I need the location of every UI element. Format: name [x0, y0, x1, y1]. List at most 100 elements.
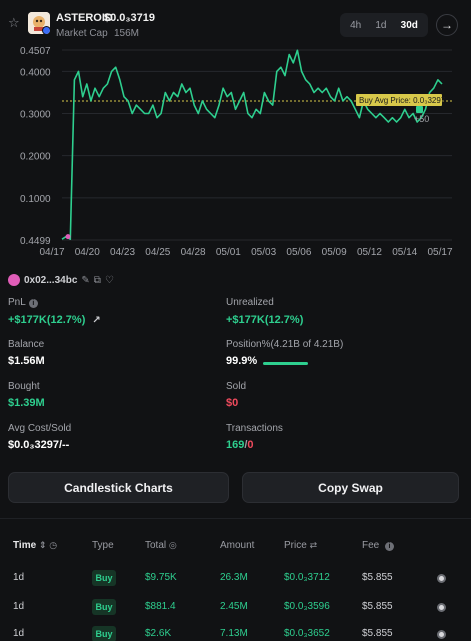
x-tick-label: 05/01 [216, 247, 241, 258]
timeframe-30d[interactable]: 30d [396, 17, 423, 34]
explorer-link-icon[interactable] [437, 574, 446, 583]
unrealized-label: Unrealized [226, 297, 274, 308]
transactions-buys: 169 [226, 439, 245, 451]
token-logo [28, 12, 50, 34]
row-fee: $5.855 [362, 572, 393, 583]
price-chart: 0.4507 0.4000 0.3000 0.2000 0.1000 0.449904/1… [20, 46, 453, 258]
y-tick-label: 0.4507 [20, 46, 51, 57]
row-amount: 26.3M [220, 572, 248, 583]
avg-cost-value: $0.0₃3297/-- [8, 439, 70, 451]
clock-icon[interactable]: ◷ [49, 540, 57, 550]
col-header-price-text: Price [284, 540, 307, 551]
row-total: $2.6K [145, 628, 172, 639]
sold-value: $0 [226, 397, 239, 409]
position-value: 99.9% [226, 355, 258, 367]
type-badge: Buy [92, 626, 116, 641]
col-header-amount: Amount [220, 540, 255, 551]
buy-avg-label: Buy Avg Price: 0.0₃3297 [359, 96, 446, 105]
price-line-series [61, 49, 443, 240]
col-header-time[interactable]: Time ⇕ ◷ [13, 540, 57, 551]
row-time: 1d [13, 628, 25, 639]
x-tick-label: 05/06 [286, 247, 311, 258]
bought-value: $1.39M [8, 397, 45, 409]
row-total: $881.4 [145, 601, 176, 612]
y-tick-label: 0.2000 [20, 152, 51, 163]
transactions-label: Transactions [226, 423, 283, 434]
x-tick-label: 05/03 [251, 247, 276, 258]
x-tick-label: 05/14 [392, 247, 417, 258]
col-header-fee: Fee i [362, 540, 395, 551]
row-amount: 7.13M [220, 628, 248, 639]
timeframe-4h[interactable]: 4h [345, 17, 366, 34]
swap-arrows-icon[interactable]: ⇄ [310, 540, 318, 550]
star-outline-icon[interactable]: ☆ [8, 15, 20, 31]
bought-label: Bought [8, 381, 40, 392]
position-label: Position%(4.21B of 4.21B) [226, 339, 344, 350]
x-tick-label: 04/23 [110, 247, 135, 258]
candlestick-charts-button[interactable]: Candlestick Charts [8, 472, 229, 503]
market-cap-value: 156M [114, 28, 140, 39]
type-badge: Buy [92, 570, 116, 586]
unrealized-value: +$177K(12.7%) [226, 314, 304, 326]
heart-icon[interactable]: ♡ [105, 275, 114, 286]
explorer-link-icon[interactable] [437, 630, 446, 639]
copy-icon[interactable]: ⧉ [94, 275, 101, 286]
token-header: ☆ ASTEROID $0.0₃3719 Market Cap 156M 4h … [0, 0, 471, 44]
col-header-fee-text: Fee [362, 540, 380, 551]
info-icon[interactable]: i [28, 299, 38, 308]
x-tick-label: 04/28 [181, 247, 206, 258]
col-header-time-text: Time [13, 540, 37, 551]
col-header-price: Price ⇄ [284, 540, 317, 551]
row-fee: $5.855 [362, 601, 393, 612]
row-total: $9.75K [145, 572, 177, 583]
buy-marker [416, 106, 423, 114]
x-tick-label: 04/25 [145, 247, 170, 258]
transactions-value: 169/0 [226, 439, 254, 451]
x-tick-label: 05/12 [357, 247, 382, 258]
y-tick-label: 0.1000 [20, 194, 51, 205]
col-header-total: Total ◎ [145, 540, 177, 551]
currency-icon[interactable]: ◎ [169, 540, 177, 550]
col-header-total-text: Total [145, 540, 167, 551]
y-tick-label: 0.4499 [20, 236, 51, 247]
balance-value: $1.56M [8, 355, 45, 367]
explorer-link-icon[interactable] [437, 603, 446, 612]
transactions-sells: 0 [247, 439, 254, 451]
sort-icon[interactable]: ⇕ [39, 540, 47, 550]
wallet-row: 0x02...34bc ✎ ⧉ ♡ [8, 272, 114, 288]
pnl-value-text: +$177K(12.7%) [8, 314, 86, 326]
avg-cost-label: Avg Cost/Sold [8, 423, 72, 434]
section-divider [0, 518, 471, 519]
pnl-value: +$177K(12.7%) ↗ [8, 314, 101, 326]
sold-label: Sold [226, 381, 247, 392]
copy-swap-button[interactable]: Copy Swap [242, 472, 459, 503]
row-price: $0.0₃3652 [284, 628, 330, 639]
x-tick-label: 05/17 [427, 247, 452, 258]
x-tick-label: 04/17 [39, 247, 64, 258]
x-tick-label: 05/09 [322, 247, 347, 258]
timeframe-1d[interactable]: 1d [370, 17, 391, 34]
row-price: $0.0₃3596 [284, 601, 330, 612]
chain-badge-icon [42, 26, 50, 34]
info-icon[interactable]: i [385, 542, 395, 551]
y-tick-label: 0.3000 [20, 110, 51, 121]
row-time: 1d [13, 572, 25, 583]
wallet-address[interactable]: 0x02...34bc [24, 275, 77, 286]
row-price: $0.0₃3712 [284, 572, 330, 583]
col-header-type: Type [92, 540, 114, 551]
row-amount: 2.45M [220, 601, 248, 612]
market-cap-label: Market Cap [56, 28, 108, 39]
x-tick-label: 04/20 [75, 247, 100, 258]
pnl-label: PnL i [8, 297, 38, 308]
wallet-avatar [8, 274, 20, 286]
pencil-icon[interactable]: ✎ [81, 275, 89, 286]
balance-label: Balance [8, 339, 45, 350]
y-tick-label: 0.4000 [20, 67, 51, 78]
row-fee: $5.855 [362, 628, 393, 639]
external-link-icon[interactable]: ↗ [92, 315, 100, 326]
timeframe-selector: 4h 1d 30d [340, 13, 428, 37]
next-button[interactable]: → [436, 14, 458, 36]
start-marker [65, 234, 71, 240]
marker-label: +50 [414, 114, 429, 124]
pnl-label-text: PnL [8, 297, 26, 308]
